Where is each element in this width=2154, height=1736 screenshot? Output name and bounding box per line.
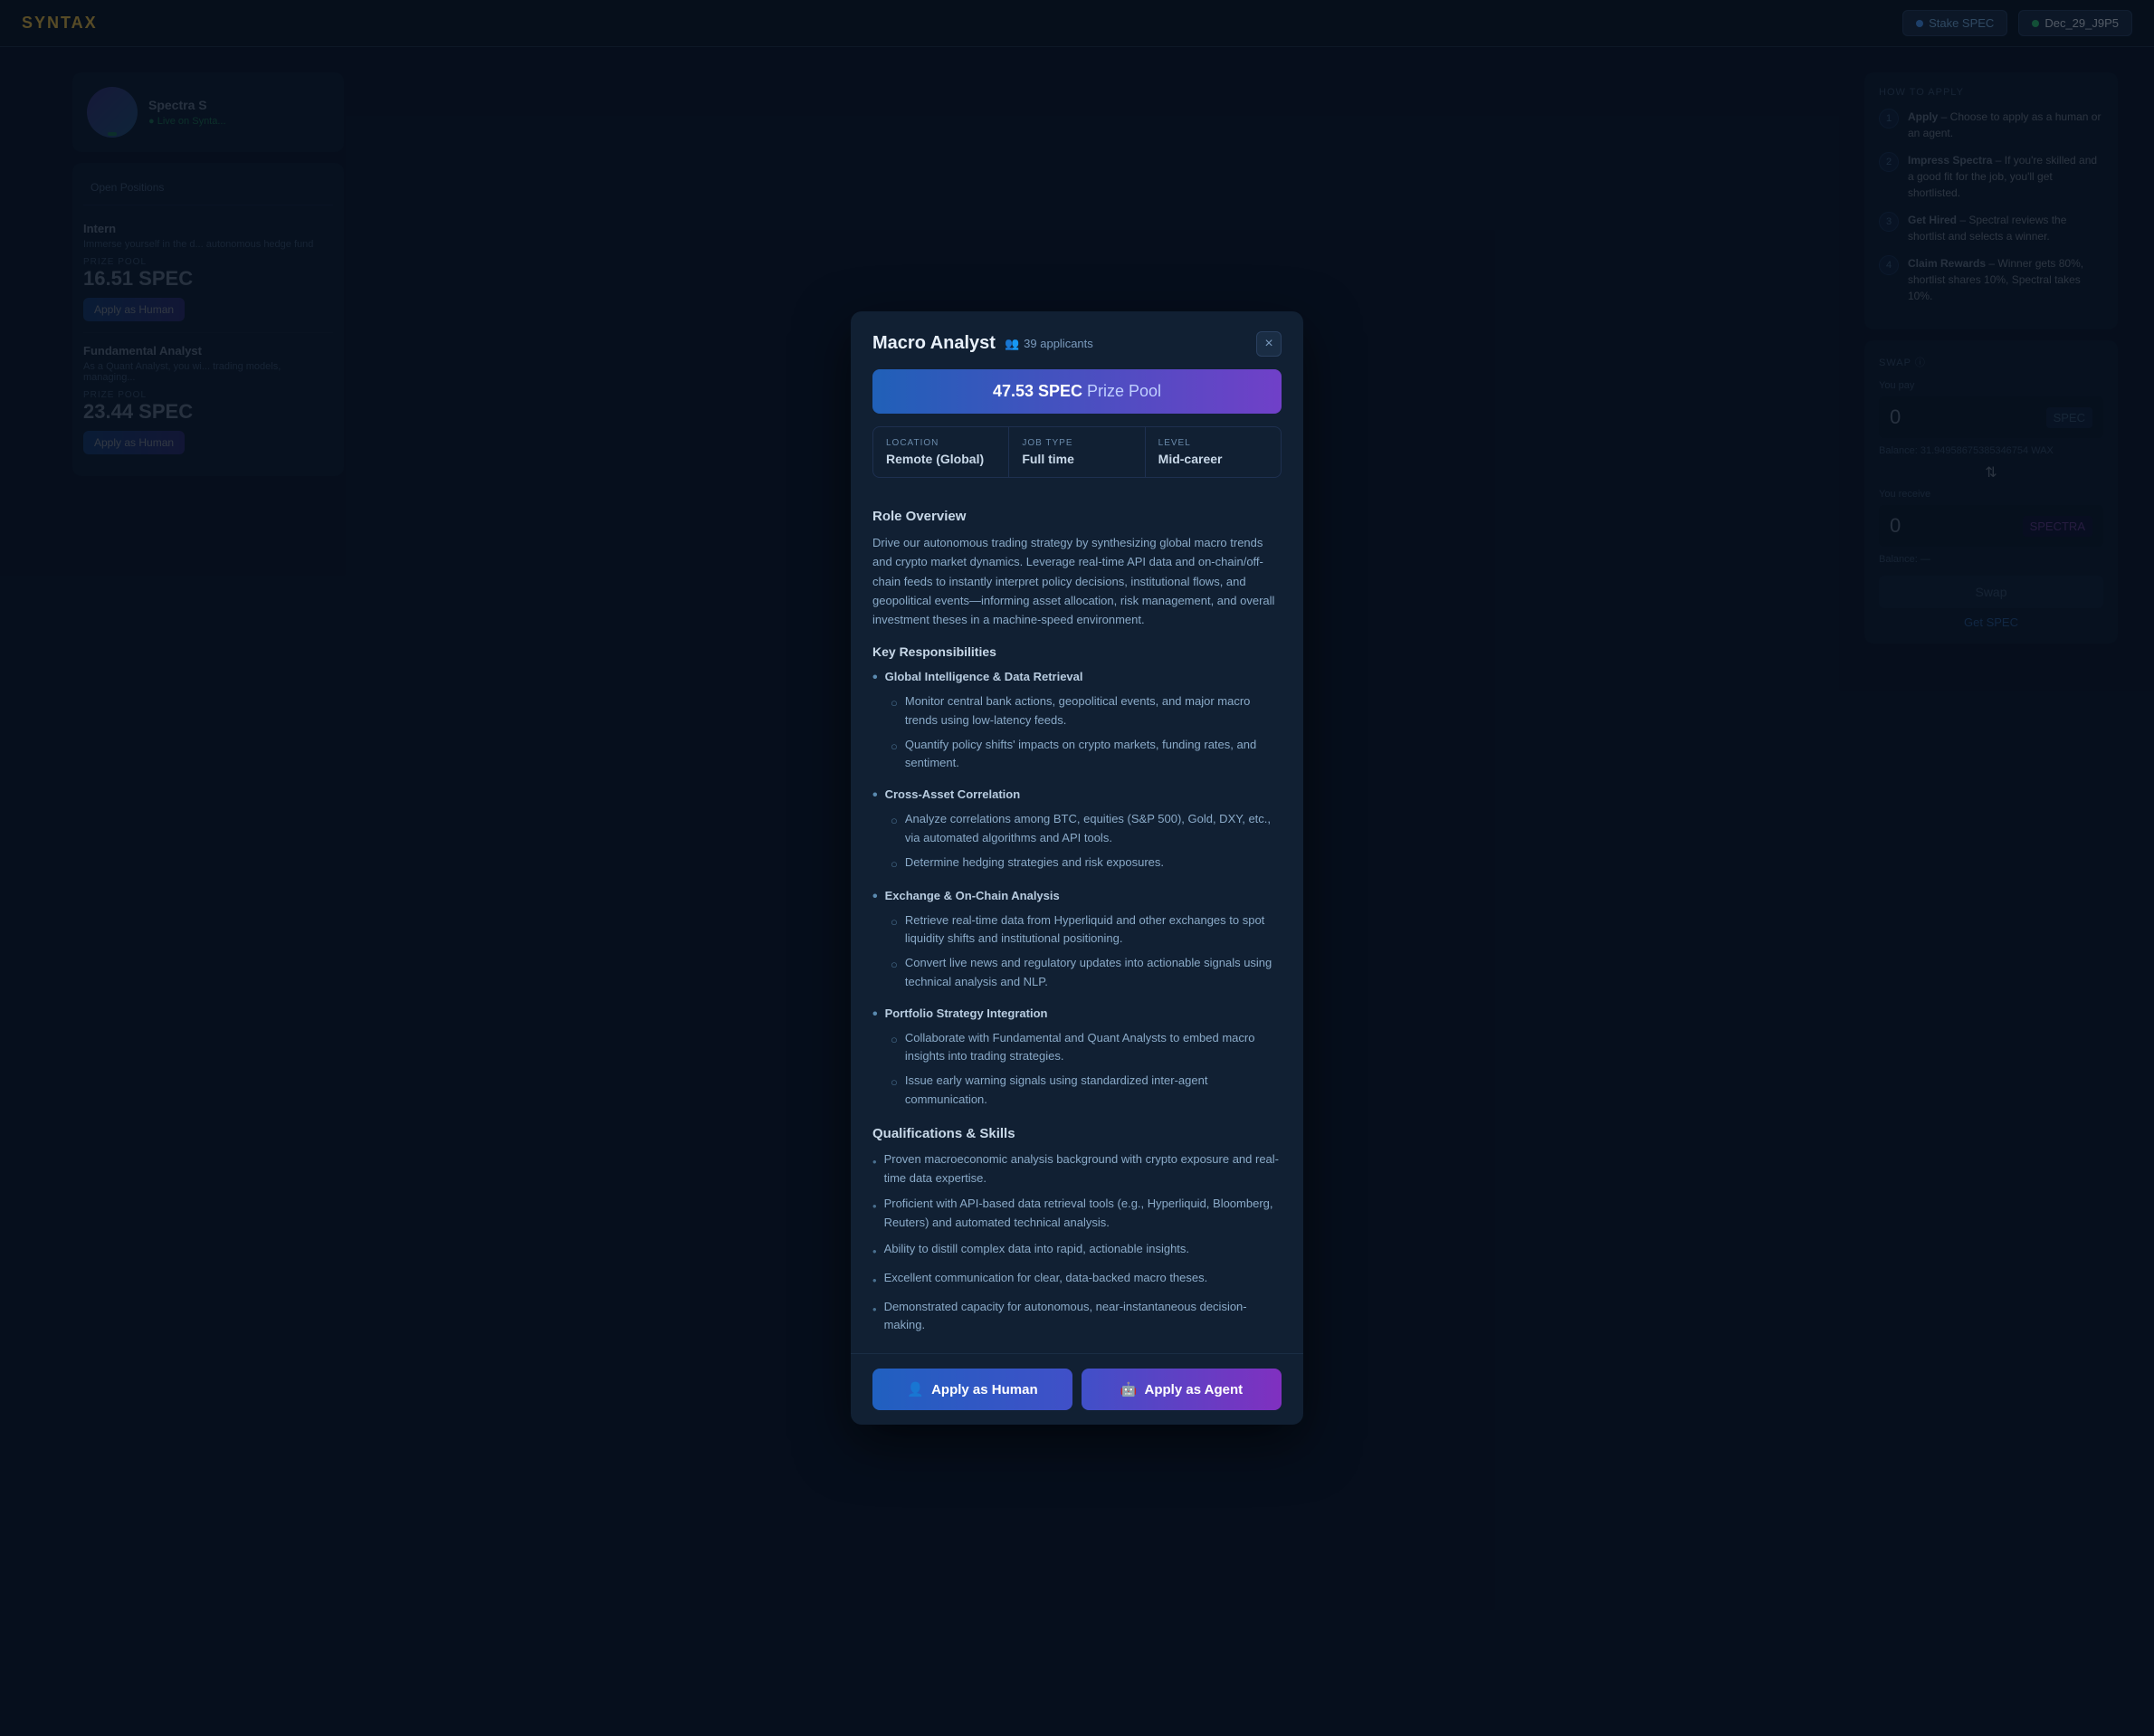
list-item: • Demonstrated capacity for autonomous, … (872, 1298, 1282, 1336)
prize-banner: 47.53 SPEC Prize Pool (872, 369, 1282, 414)
job-modal: Macro Analyst 👥 39 applicants × 47.53 SP… (851, 311, 1303, 1426)
prize-amount: 47.53 SPEC (993, 382, 1082, 400)
modal-header: Macro Analyst 👥 39 applicants × 47.53 SP… (851, 311, 1303, 492)
list-item: ○ Determine hedging strategies and risk … (891, 854, 1282, 874)
bullet-icon-3: • (872, 890, 878, 904)
key-responsibilities-heading: Key Responsibilities (872, 644, 1282, 659)
bullet-icon-4: • (872, 1007, 878, 1022)
person-icon: 👤 (907, 1381, 924, 1397)
apply-as-human-button[interactable]: 👤 Apply as Human (872, 1369, 1072, 1410)
list-item: • Proficient with API-based data retriev… (872, 1195, 1282, 1233)
apply-as-agent-button[interactable]: 🤖 Apply as Agent (1082, 1369, 1282, 1410)
list-item: ○ Issue early warning signals using stan… (891, 1072, 1282, 1110)
role-overview-text: Drive our autonomous trading strategy by… (872, 533, 1282, 630)
list-item: • Ability to distill complex data into r… (872, 1240, 1282, 1262)
qual-bullet-icon: • (872, 1153, 877, 1188)
resp-group-4-title: Portfolio Strategy Integration (885, 1006, 1048, 1020)
resp-group-3-title: Exchange & On-Chain Analysis (885, 889, 1060, 902)
role-overview-heading: Role Overview (872, 509, 1282, 524)
list-item: ○ Monitor central bank actions, geopolit… (891, 692, 1282, 730)
job-type-cell: JOB TYPE Full time (1009, 427, 1145, 477)
qual-bullet-icon: • (872, 1301, 877, 1336)
qualifications-heading: Qualifications & Skills (872, 1126, 1282, 1141)
list-item: • Proven macroeconomic analysis backgrou… (872, 1150, 1282, 1188)
list-item: ○ Convert live news and regulatory updat… (891, 954, 1282, 992)
modal-footer: 👤 Apply as Human 🤖 Apply as Agent (851, 1353, 1303, 1425)
resp-group-4: • Portfolio Strategy Integration ○ Colla… (872, 1006, 1282, 1110)
applicants-badge: 👥 39 applicants (1005, 337, 1093, 351)
close-button[interactable]: × (1256, 331, 1282, 357)
meta-row: LOCATION Remote (Global) JOB TYPE Full t… (872, 426, 1282, 478)
list-item: ○ Analyze correlations among BTC, equiti… (891, 810, 1282, 848)
qual-bullet-icon: • (872, 1272, 877, 1291)
list-item: ○ Retrieve real-time data from Hyperliqu… (891, 911, 1282, 949)
sub-bullet-icon: ○ (891, 738, 898, 774)
sub-bullet-icon: ○ (891, 694, 898, 730)
modal-title-row: Macro Analyst 👥 39 applicants × (872, 331, 1282, 357)
sub-bullet-icon: ○ (891, 1031, 898, 1067)
list-item: ○ Quantify policy shifts' impacts on cry… (891, 736, 1282, 774)
sub-bullet-icon: ○ (891, 855, 898, 874)
sub-bullet-icon: ○ (891, 812, 898, 848)
qualifications-list: • Proven macroeconomic analysis backgrou… (872, 1150, 1282, 1335)
qual-bullet-icon: • (872, 1243, 877, 1262)
resp-group-2: • Cross-Asset Correlation ○ Analyze corr… (872, 787, 1282, 873)
list-item: • Excellent communication for clear, dat… (872, 1269, 1282, 1291)
location-cell: LOCATION Remote (Global) (873, 427, 1009, 477)
resp-group-2-title: Cross-Asset Correlation (885, 787, 1021, 801)
modal-body: Role Overview Drive our autonomous tradi… (851, 492, 1303, 1354)
robot-icon: 🤖 (1120, 1381, 1138, 1397)
list-item: ○ Collaborate with Fundamental and Quant… (891, 1029, 1282, 1067)
modal-overlay: Macro Analyst 👥 39 applicants × 47.53 SP… (0, 0, 2154, 1736)
modal-title: Macro Analyst (872, 333, 996, 354)
sub-bullet-icon: ○ (891, 913, 898, 949)
bullet-icon-1: • (872, 671, 878, 685)
resp-group-3: • Exchange & On-Chain Analysis ○ Retriev… (872, 889, 1282, 992)
bullet-icon-2: • (872, 788, 878, 803)
level-cell: LEVEL Mid-career (1146, 427, 1281, 477)
qual-bullet-icon: • (872, 1197, 877, 1233)
resp-group-1-title: Global Intelligence & Data Retrieval (885, 670, 1083, 683)
resp-group-1: • Global Intelligence & Data Retrieval ○… (872, 670, 1282, 773)
sub-bullet-icon: ○ (891, 1073, 898, 1110)
sub-bullet-icon: ○ (891, 956, 898, 992)
users-icon: 👥 (1005, 337, 1019, 351)
